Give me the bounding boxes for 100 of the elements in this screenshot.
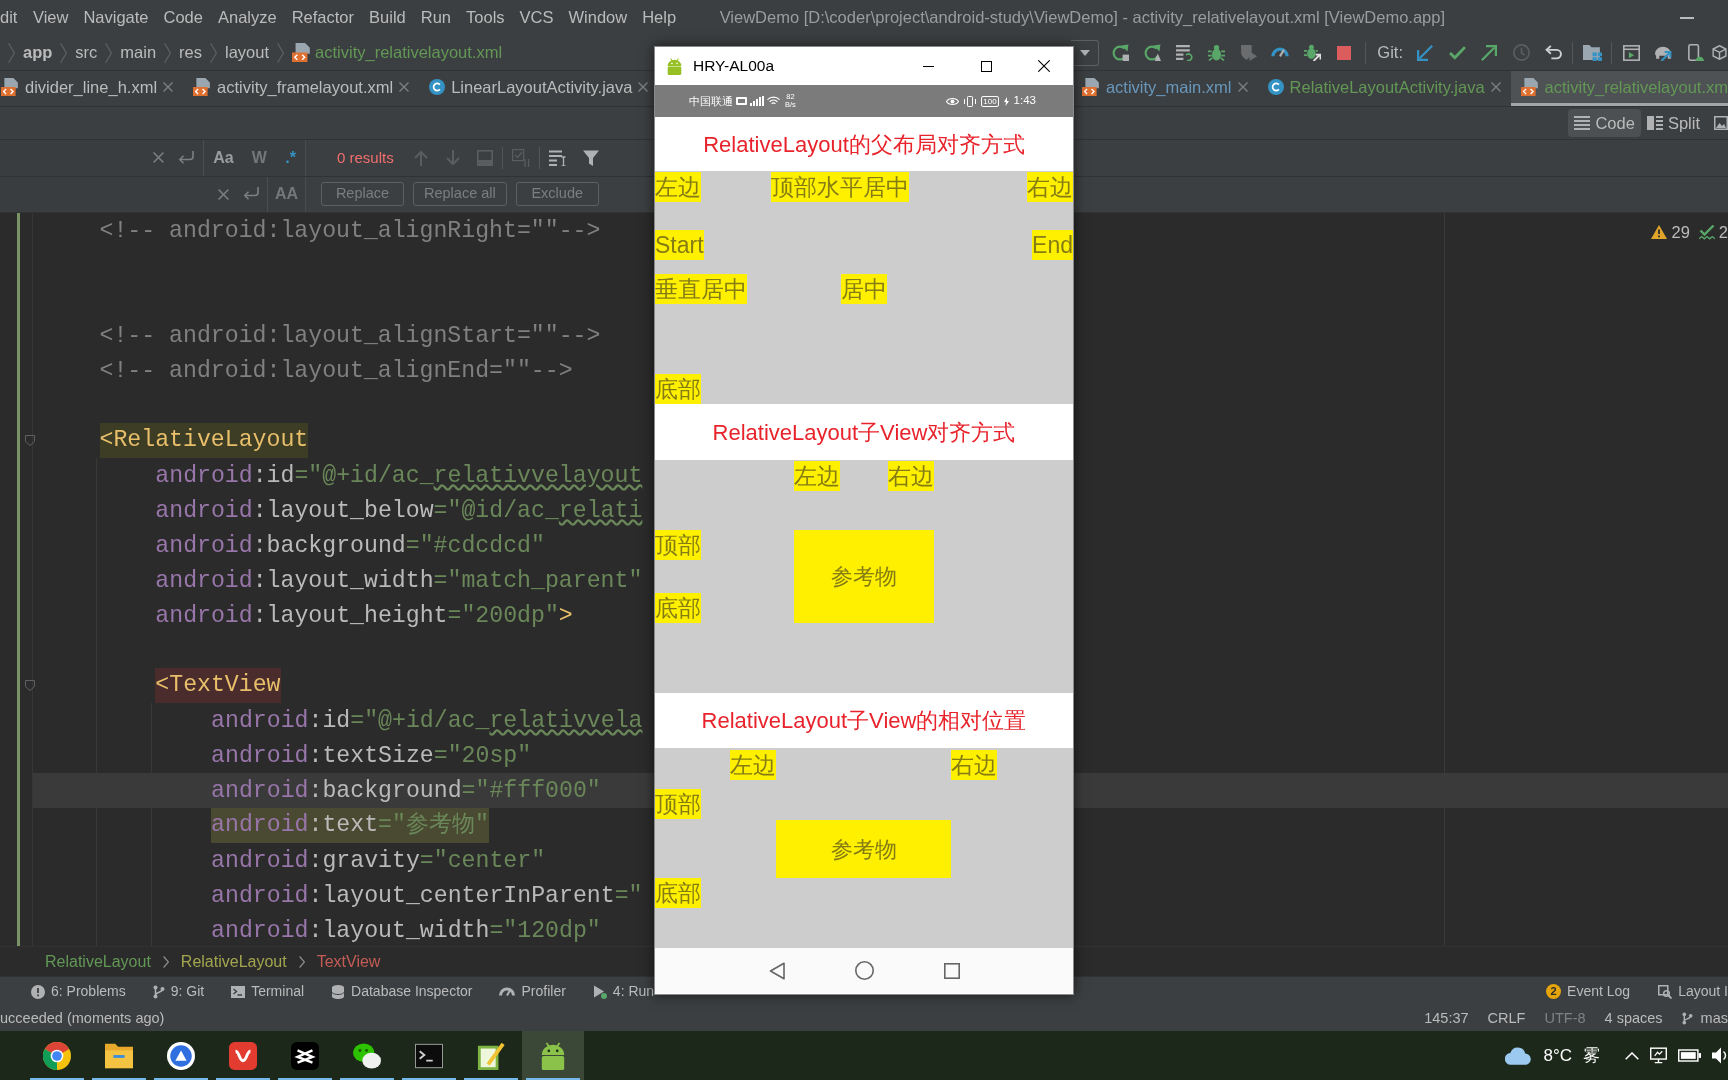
tool-window-button[interactable]: 2 Event Log — [1546, 981, 1631, 1002]
magnifier-icon — [1658, 984, 1673, 999]
bug-icon[interactable] — [1207, 44, 1225, 61]
path-item[interactable]: app — [23, 40, 53, 65]
tool-window-button[interactable]: 6: Problems — [31, 981, 126, 1002]
label: End — [1032, 230, 1073, 260]
editor-tab[interactable]: LinearLayoutActivity.java — [419, 71, 659, 106]
eye-icon — [946, 96, 960, 106]
path-item[interactable]: layout — [225, 40, 270, 65]
chevron-up-icon[interactable] — [1625, 1051, 1639, 1060]
window-icon[interactable] — [1622, 44, 1640, 61]
bug-icon[interactable] — [1303, 44, 1321, 61]
battery-icon[interactable] — [1678, 1049, 1701, 1062]
code-line: android:gravity="center" — [211, 846, 546, 875]
breadcrumb-item[interactable]: RelativeLayout — [45, 949, 151, 974]
menu-item[interactable]: dit — [0, 5, 26, 30]
breadcrumb-item[interactable]: RelativeLayout — [180, 949, 287, 974]
return-arrow-icon[interactable] — [243, 187, 259, 202]
menu-item[interactable]: View — [25, 5, 76, 30]
weather-condition: 雾 — [1583, 1044, 1600, 1067]
minimize-icon[interactable] — [922, 65, 934, 67]
editor-tab[interactable]: activity_main.xml — [1071, 71, 1258, 106]
circular-arrow-icon[interactable] — [1143, 44, 1161, 61]
editor-tab[interactable]: divider_line_h.xml — [0, 71, 184, 106]
elephant-arrow-icon[interactable] — [1653, 44, 1673, 61]
arrow-icon[interactable] — [1417, 44, 1433, 61]
path-item[interactable]: activity_relativelayout.xml — [292, 40, 503, 65]
filter-icon[interactable] — [582, 149, 599, 166]
chevron-icon — [8, 42, 15, 63]
inspection-count[interactable]: 2 — [1698, 220, 1728, 245]
view-mode-tab[interactable]: Split — [1640, 109, 1706, 137]
menu-item[interactable]: Navigate — [75, 5, 157, 30]
menu-item[interactable]: Analyze — [210, 5, 285, 30]
tool-window-button[interactable]: Layout I — [1658, 981, 1728, 1002]
maximize-icon[interactable] — [980, 60, 992, 72]
label: 顶部 — [655, 789, 701, 819]
menu-item[interactable]: Refactor — [284, 5, 362, 30]
code-line: android:layout_height="200dp"> — [155, 601, 573, 630]
search-option[interactable]: .* — [285, 145, 296, 170]
code-line: android:layout_centerInParent=" — [211, 881, 643, 910]
check-icon[interactable] — [1448, 45, 1466, 60]
status-item[interactable]: 4 spaces — [1604, 1007, 1663, 1030]
path-item[interactable]: src — [75, 40, 98, 65]
circular-arrow-icon[interactable] — [1111, 44, 1129, 61]
reference-box: 参考物 — [794, 530, 934, 623]
code-file-icon — [193, 78, 212, 96]
circle-logo-icon — [167, 1041, 195, 1070]
menu-item[interactable]: Window — [561, 5, 635, 30]
checkbox-icon[interactable] — [511, 148, 530, 167]
image-icon[interactable] — [1714, 116, 1728, 130]
tool-window-button[interactable]: 9: Git — [152, 981, 205, 1002]
stop-icon[interactable] — [1337, 45, 1352, 60]
menu-item[interactable]: Tools — [458, 5, 513, 30]
list-icon[interactable] — [548, 149, 567, 166]
label: 左边 — [794, 461, 840, 491]
tag-icon — [736, 97, 747, 105]
path-item[interactable]: main — [120, 40, 157, 65]
arrow-icon[interactable] — [1481, 44, 1497, 61]
recents-icon[interactable] — [943, 962, 960, 979]
breadcrumb-item[interactable]: TextView — [316, 949, 381, 974]
search-option[interactable]: Aa — [213, 145, 234, 170]
menu-item[interactable]: VCS — [512, 5, 561, 30]
display-icon[interactable] — [1650, 1047, 1667, 1064]
cube-icon[interactable] — [1712, 45, 1727, 60]
window-title: ViewDemo [D:\coder\project\android-study\ViewDemo] - activity_relativelayout.xml [ViewDemo.app] — [719, 7, 1446, 29]
phone-icon[interactable] — [1686, 44, 1704, 61]
path-item[interactable]: res — [179, 40, 203, 65]
view-mode-tab[interactable]: Code — [1568, 109, 1641, 137]
return-arrow-icon[interactable] — [178, 150, 194, 165]
speaker-icon[interactable] — [1712, 1047, 1728, 1064]
inspection-count[interactable]: 29 — [1651, 220, 1690, 245]
tool-window-button[interactable]: Profiler — [499, 981, 566, 1002]
status-item[interactable]: 145:37 — [1424, 1007, 1469, 1030]
branch-icon — [152, 984, 165, 999]
menu-item[interactable]: Code — [156, 5, 211, 30]
menu-item[interactable]: Help — [634, 5, 684, 30]
list-icon[interactable] — [1175, 44, 1193, 61]
folder-icon[interactable] — [1582, 44, 1602, 61]
menu-item[interactable]: Run — [413, 5, 459, 30]
code-line: android:id="@+id/ac_relativvela — [211, 706, 643, 735]
tool-window-button[interactable]: Terminal — [231, 981, 305, 1002]
tool-window-button[interactable]: Database Inspector — [331, 981, 473, 1002]
label: 底部 — [655, 593, 701, 623]
gauge-icon — [499, 986, 516, 997]
status-item[interactable]: mas — [1681, 1007, 1728, 1030]
tool-window-button[interactable]: 4: Run — [592, 981, 655, 1002]
close-icon[interactable] — [1038, 60, 1050, 72]
chevron-icon — [210, 42, 218, 63]
editor-tab[interactable]: activity_framelayout.xml — [183, 71, 420, 106]
undo-icon[interactable] — [1544, 45, 1562, 60]
gauge-icon[interactable] — [1271, 47, 1290, 58]
signal-icon — [750, 96, 764, 106]
menu-item[interactable]: Build — [361, 5, 414, 30]
editor-tab[interactable]: RelativeLayoutActivity.java — [1257, 71, 1511, 106]
vibrate-icon — [964, 95, 977, 107]
code-line: android:textSize="20sp" — [211, 741, 532, 770]
status-item[interactable]: CRLF — [1487, 1007, 1526, 1030]
robot-icon — [539, 1041, 567, 1070]
back-icon[interactable] — [768, 961, 785, 980]
home-icon[interactable] — [854, 961, 874, 980]
